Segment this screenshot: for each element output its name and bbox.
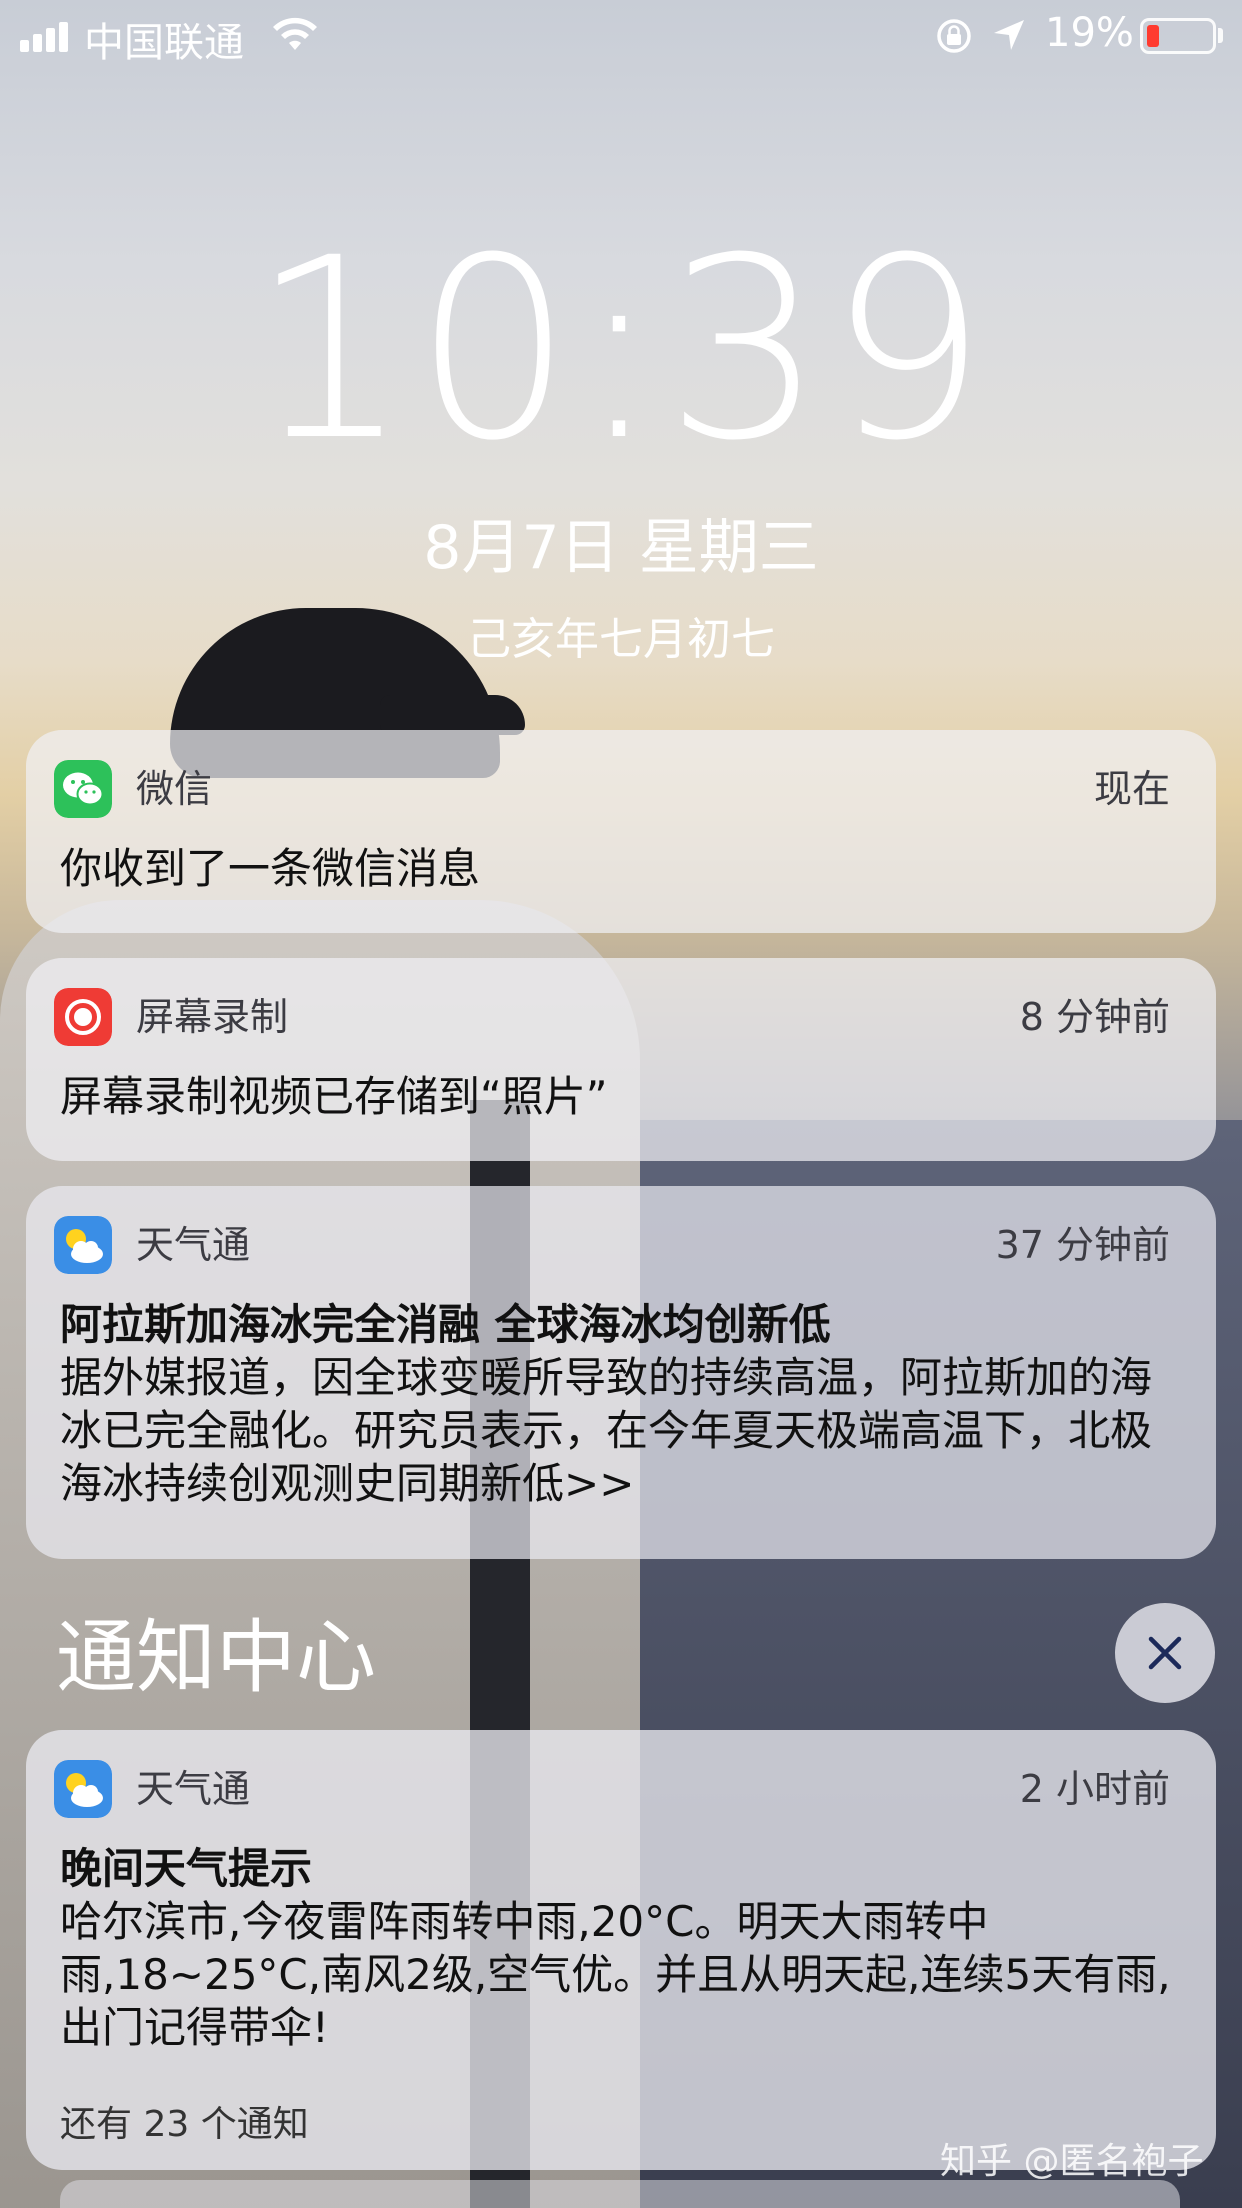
watermark: 知乎 @匿名袍子 xyxy=(940,2141,1204,2182)
notification-app-name: 微信 xyxy=(136,767,213,811)
notification-body: 哈尔滨市,今夜雷阵雨转中雨,20°C。明天大雨转中雨,18~25°C,南风2级,… xyxy=(60,1897,1171,2052)
notification-body: 屏幕录制视频已存储到“照片” xyxy=(60,1072,608,1121)
battery-percent: 19% xyxy=(1045,10,1134,56)
signal-icon xyxy=(20,22,72,52)
battery-cap xyxy=(1218,28,1223,43)
notification-title: 阿拉斯加海冰完全消融 全球海冰均创新低 xyxy=(60,1300,831,1349)
notification-title: 晚间天气提示 xyxy=(60,1844,313,1893)
notification-weather-news[interactable]: 天气通 37 分钟前 阿拉斯加海冰完全消融 全球海冰均创新低 据外媒报道，因全球… xyxy=(26,1186,1216,1559)
more-notifications-count[interactable]: 还有 23 个通知 xyxy=(60,2095,309,2147)
carrier-name: 中国联通 xyxy=(84,20,244,66)
notification-body: 据外媒报道，因全球变暖所导致的持续高温，阿拉斯加的海冰已完全融化。研究员表示，在… xyxy=(60,1353,1153,1508)
notification-content: 晚间天气提示 哈尔滨市,今夜雷阵雨转中雨,20°C。明天大雨转中雨,18~25°… xyxy=(60,1842,1176,2054)
wechat-icon xyxy=(54,760,112,818)
lock-date: 8月7日 星期三 xyxy=(423,513,819,583)
lunar-date: 己亥年七月初七 xyxy=(467,614,775,665)
wallpaper-hat-brim xyxy=(380,695,525,735)
weather-icon xyxy=(54,1216,112,1274)
lock-clock: 10:39 xyxy=(250,204,992,495)
notification-app-name: 屏幕录制 xyxy=(136,995,289,1039)
screen-record-icon xyxy=(54,988,112,1046)
battery-icon xyxy=(1140,18,1216,54)
notification-time: 37 分钟前 xyxy=(995,1223,1170,1267)
notification-time: 2 小时前 xyxy=(1019,1767,1170,1811)
close-icon xyxy=(1148,1636,1182,1670)
notification-content: 阿拉斯加海冰完全消融 全球海冰均创新低 据外媒报道，因全球变暖所导致的持续高温，… xyxy=(60,1298,1176,1510)
stacked-notification-edge xyxy=(60,2180,1180,2208)
notification-wechat[interactable]: 微信 现在 你收到了一条微信消息 xyxy=(26,730,1216,933)
notification-time: 8 分钟前 xyxy=(1019,995,1170,1039)
rotation-lock-icon xyxy=(937,19,971,53)
wifi-icon xyxy=(273,17,317,50)
notification-center-clear-button[interactable] xyxy=(1115,1603,1215,1703)
battery-level xyxy=(1147,25,1159,47)
location-icon xyxy=(994,20,1024,50)
notification-weather-evening[interactable]: 天气通 2 小时前 晚间天气提示 哈尔滨市,今夜雷阵雨转中雨,20°C。明天大雨… xyxy=(26,1730,1216,2170)
notification-body: 你收到了一条微信消息 xyxy=(60,844,481,893)
weather-icon xyxy=(54,1760,112,1818)
notification-app-name: 天气通 xyxy=(136,1223,251,1267)
notification-app-name: 天气通 xyxy=(136,1767,251,1811)
notification-time: 现在 xyxy=(1093,767,1170,811)
notification-screen-recording[interactable]: 屏幕录制 8 分钟前 屏幕录制视频已存储到“照片” xyxy=(26,958,1216,1161)
lock-screen: 中国联通 19% 10:39 8月7日 星期三 己亥年七月初七 微信 现在 你收… xyxy=(0,0,1242,2208)
notification-center-title: 通知中心 xyxy=(56,1611,376,1704)
status-bar: 中国联通 19% xyxy=(0,0,1242,72)
